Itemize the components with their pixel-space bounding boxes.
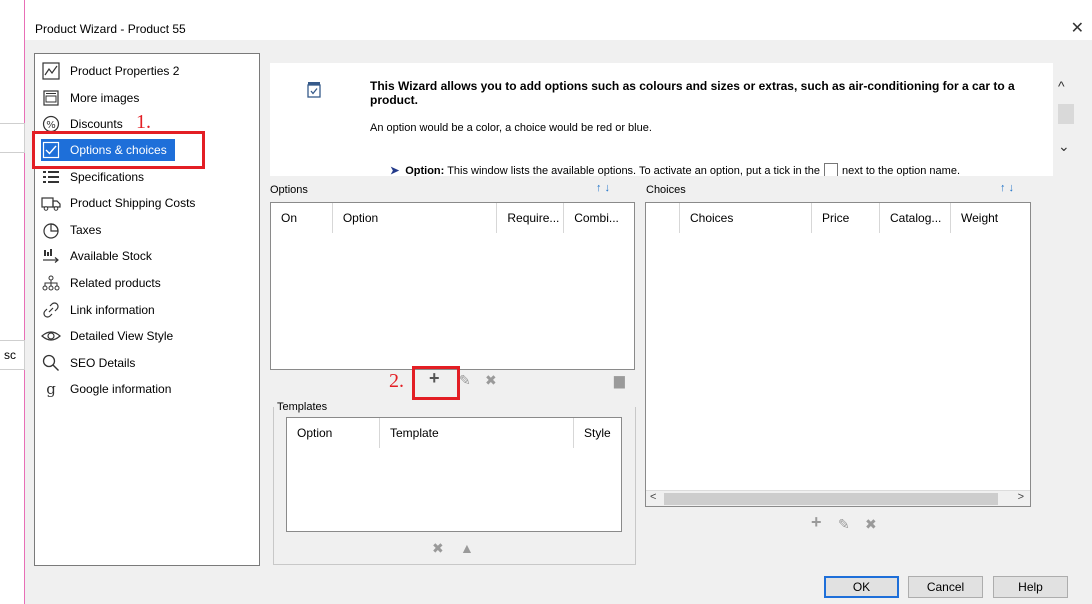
window-title: Product Wizard - Product 55: [35, 22, 186, 36]
sidebar-item-label: Product Properties 2: [70, 64, 180, 78]
scroll-up-icon[interactable]: ^: [1058, 78, 1065, 94]
sidebar-item-taxes[interactable]: Taxes: [41, 219, 101, 241]
annotation-highlight-1: [32, 131, 205, 169]
column-header-required[interactable]: Require...: [497, 203, 565, 233]
svg-text:g: g: [46, 380, 56, 398]
column-header-choices[interactable]: Choices: [680, 203, 812, 233]
scrollbar-thumb[interactable]: [1058, 104, 1074, 124]
delete-option-icon[interactable]: ✖: [485, 372, 497, 389]
background-fragment: [0, 123, 25, 153]
option-hint-text-b: next to the option name.: [841, 165, 961, 176]
template-home-icon[interactable]: ▲: [460, 540, 474, 556]
sidebar-item-more-images[interactable]: More images: [41, 87, 139, 109]
sidebar-item-label: Taxes: [70, 223, 102, 237]
option-hint-text-a: This window lists the available options.…: [447, 165, 820, 176]
wizard-title: This Wizard allows you to add options su…: [370, 79, 1015, 107]
options-list[interactable]: On Option Require... Combi...: [270, 202, 635, 370]
sidebar-item-label: Product Shipping Costs: [70, 196, 196, 210]
close-icon[interactable]: ✕: [1071, 18, 1084, 38]
edit-choice-icon[interactable]: ✎: [838, 516, 850, 533]
arrow-right-icon: ➤: [390, 165, 400, 176]
svg-text:%: %: [46, 120, 56, 131]
options-group-label: Options: [270, 184, 308, 196]
column-header-price[interactable]: Price: [812, 203, 880, 233]
wizard-dialog: Product Properties 2 More images % Disco…: [25, 40, 1092, 604]
image-icon: [41, 88, 61, 108]
sidebar-item-label: Link information: [70, 303, 155, 317]
sidebar-item-related-products[interactable]: Related products: [41, 272, 161, 294]
link-icon: [41, 300, 61, 320]
eye-icon: [41, 326, 61, 346]
scroll-left-icon[interactable]: <: [650, 491, 656, 503]
wizard-option-hint: ➤ Option: This window lists the available…: [390, 163, 960, 176]
column-header-option[interactable]: Option: [333, 203, 498, 233]
delete-choice-icon[interactable]: ✖: [865, 516, 877, 533]
background-fragment-text: sc: [0, 340, 25, 370]
option-hint-label: Option:: [405, 165, 445, 176]
sidebar-item-label: Detailed View Style: [70, 329, 174, 343]
chart-icon: [41, 61, 61, 81]
title-bar: Product Wizard - Product 55 ✕: [25, 0, 1092, 40]
sidebar-item-label: Google information: [70, 382, 172, 396]
delete-template-icon[interactable]: ✖: [432, 540, 444, 557]
scrollbar-thumb[interactable]: [664, 493, 998, 505]
sidebar-item-detailed-view-style[interactable]: Detailed View Style: [41, 325, 173, 347]
ok-button[interactable]: OK: [824, 576, 899, 598]
scroll-right-icon[interactable]: >: [1018, 491, 1024, 503]
annotation-step-2: 2.: [389, 370, 404, 392]
sidebar-item-link-information[interactable]: Link information: [41, 299, 155, 321]
column-header-template[interactable]: Template: [380, 418, 574, 448]
sidebar-item-google-information[interactable]: g Google information: [41, 378, 171, 400]
help-button[interactable]: Help: [993, 576, 1068, 598]
column-header-combination[interactable]: Combi...: [564, 203, 634, 233]
column-header-on[interactable]: On: [271, 203, 333, 233]
sidebar-item-shipping-costs[interactable]: Product Shipping Costs: [41, 192, 195, 214]
add-choice-icon[interactable]: +: [811, 512, 822, 533]
choices-sort-arrows-icon[interactable]: ↑↓: [1000, 182, 1017, 194]
sidebar-item-product-properties[interactable]: Product Properties 2: [41, 60, 179, 82]
wizard-info-panel: This Wizard allows you to add options su…: [270, 63, 1053, 176]
sidebar-item-specifications[interactable]: Specifications: [41, 166, 144, 188]
column-header-template-option[interactable]: Option: [287, 418, 380, 448]
sidebar-item-label: Related products: [70, 276, 161, 290]
sidebar-nav: Product Properties 2 More images % Disco…: [32, 53, 260, 566]
sidebar-item-label: Specifications: [70, 170, 145, 184]
tickbox-sample: [823, 163, 838, 176]
search-icon: [41, 353, 61, 373]
wizard-icon: [306, 81, 322, 102]
column-header-weight[interactable]: Weight: [951, 203, 1030, 233]
choices-list-header: Choices Price Catalog... Weight: [646, 203, 1030, 233]
sidebar-item-label: Discounts: [70, 117, 123, 131]
annotation-highlight-2: [412, 366, 460, 400]
templates-list-header: Option Template Style: [287, 418, 621, 448]
templates-list[interactable]: Option Template Style: [286, 417, 622, 532]
annotation-step-1: 1.: [136, 111, 151, 133]
edit-option-icon[interactable]: ✎: [459, 372, 471, 389]
screen: sc Product Wizard - Product 55 ✕ Product…: [0, 0, 1092, 604]
sidebar-item-seo-details[interactable]: SEO Details: [41, 352, 135, 374]
options-list-header: On Option Require... Combi...: [271, 203, 634, 233]
list-icon: [41, 167, 61, 187]
sidebar-item-available-stock[interactable]: Available Stock: [41, 245, 152, 267]
stock-icon: [41, 246, 61, 266]
choices-list[interactable]: Choices Price Catalog... Weight < >: [645, 202, 1031, 507]
option-tool-icon[interactable]: ▆: [614, 372, 625, 389]
pie-icon: [41, 220, 61, 240]
options-sort-arrows-icon[interactable]: ↑↓: [596, 182, 613, 194]
choices-horizontal-scrollbar[interactable]: < >: [646, 490, 1030, 506]
sidebar-item-label: Available Stock: [70, 249, 152, 263]
cancel-button[interactable]: Cancel: [908, 576, 983, 598]
hierarchy-icon: [41, 273, 61, 293]
column-header-catalog[interactable]: Catalog...: [880, 203, 951, 233]
scroll-down-icon[interactable]: ⌄: [1058, 138, 1070, 155]
choices-group-label: Choices: [646, 184, 686, 196]
sidebar-item-label: SEO Details: [70, 356, 136, 370]
google-icon: g: [41, 379, 61, 399]
wizard-subtitle: An option would be a color, a choice wou…: [370, 122, 652, 134]
sidebar-item-label: More images: [70, 91, 140, 105]
column-header-blank[interactable]: [646, 203, 680, 233]
column-header-style[interactable]: Style: [574, 418, 621, 448]
truck-icon: [41, 193, 61, 213]
